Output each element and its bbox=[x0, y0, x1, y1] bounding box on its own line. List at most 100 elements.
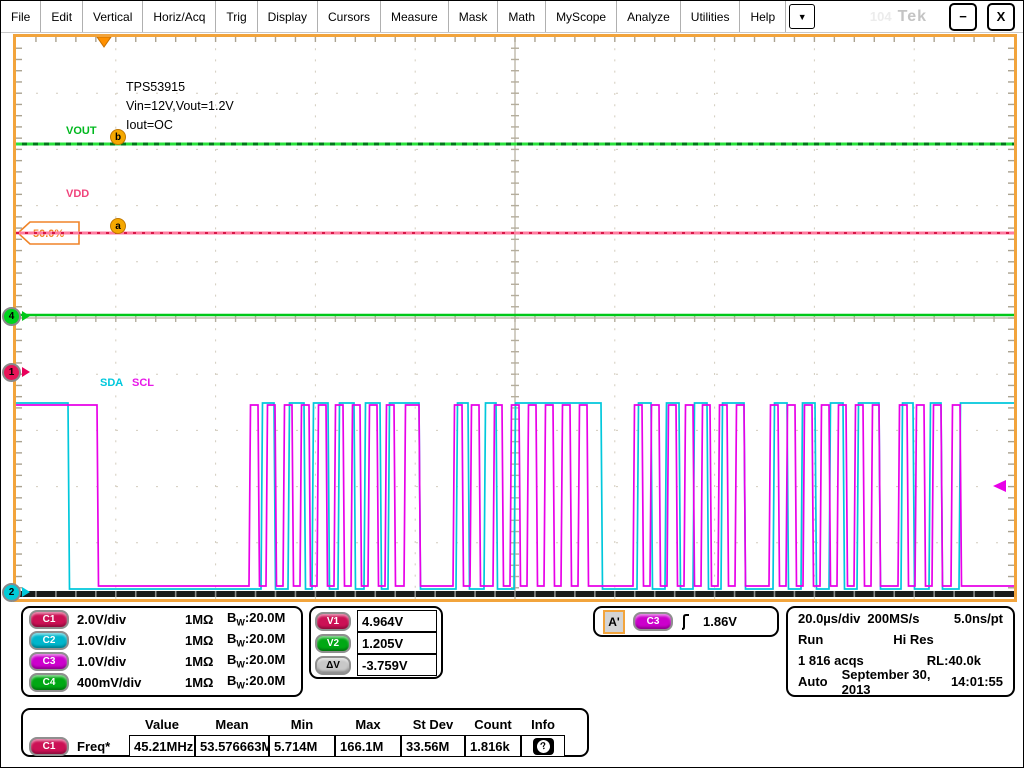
channel4-arrow-icon bbox=[22, 311, 30, 321]
c1-scale: 2.0V/div bbox=[77, 612, 185, 627]
menu-display[interactable]: Display bbox=[258, 1, 318, 32]
sda-label: SDA bbox=[100, 377, 123, 389]
menu-measure[interactable]: Measure bbox=[381, 1, 449, 32]
c4-impedance: 1MΩ bbox=[185, 675, 227, 690]
scl-label: SCL bbox=[132, 377, 154, 389]
mark-b[interactable]: b bbox=[110, 129, 126, 145]
oscilloscope-screen: File Edit Vertical Horiz/Acq Trig Displa… bbox=[0, 0, 1024, 768]
header-mean: Mean bbox=[195, 717, 269, 732]
acq-mode: Hi Res bbox=[893, 632, 933, 647]
c1-impedance: 1MΩ bbox=[185, 612, 227, 627]
channel-row-c3: C3 1.0V/div 1MΩ BW:20.0M bbox=[29, 651, 295, 671]
menu-dropdown-button[interactable]: ▼ bbox=[789, 4, 815, 29]
v2-cursor-button[interactable]: V2 bbox=[315, 634, 351, 653]
v2-value: 1.205V bbox=[357, 632, 437, 654]
menu-utilities[interactable]: Utilities bbox=[681, 1, 741, 32]
header-value: Value bbox=[129, 717, 195, 732]
channel2-arrow-icon bbox=[22, 587, 30, 597]
menu-cursors[interactable]: Cursors bbox=[318, 1, 381, 32]
measurement-source: C1 Freq* bbox=[29, 737, 129, 756]
menu-horiz-acq[interactable]: Horiz/Acq bbox=[143, 1, 216, 32]
c2-scale: 1.0V/div bbox=[77, 633, 185, 648]
close-button[interactable]: X bbox=[987, 3, 1015, 31]
timebase-panel: 20.0µs/div 200MS/s 5.0ns/pt Run Hi Res 1… bbox=[786, 606, 1015, 697]
c3-channel-button[interactable]: C3 bbox=[29, 652, 69, 671]
c3-scale: 1.0V/div bbox=[77, 654, 185, 669]
delta-v-cursor-button[interactable]: ΔV bbox=[315, 656, 351, 675]
c2-impedance: 1MΩ bbox=[185, 633, 227, 648]
tek-logo: Tek bbox=[898, 8, 927, 26]
annotation-text: TPS53915 Vin=12V,Vout=1.2V Iout=OC bbox=[126, 78, 234, 135]
c4-channel-button[interactable]: C4 bbox=[29, 673, 69, 692]
info-icon[interactable]: ? bbox=[533, 738, 554, 755]
c2-channel-button[interactable]: C2 bbox=[29, 631, 69, 650]
measurement-name: Freq* bbox=[77, 739, 110, 754]
timebase-row-4: Auto September 30, 2013 14:01:55 bbox=[798, 671, 1003, 692]
v1-cursor-button[interactable]: V1 bbox=[315, 612, 351, 631]
cursor-v2-row: V2 1.205V bbox=[315, 632, 437, 654]
channel-row-c1: C1 2.0V/div 1MΩ BW:20.0M bbox=[29, 609, 295, 629]
measurement-info-cell: ? bbox=[521, 735, 565, 757]
measurement-min: 5.714M bbox=[269, 735, 335, 757]
menu-edit[interactable]: Edit bbox=[41, 1, 83, 32]
mark-a[interactable]: a bbox=[110, 218, 126, 234]
rising-edge-icon bbox=[681, 613, 695, 631]
menubar-spacer bbox=[815, 1, 870, 32]
trigger-panel: A' C3 1.86V bbox=[593, 606, 779, 637]
cursor-v1-row: V1 4.964V bbox=[315, 610, 437, 632]
acq-state: Run bbox=[798, 632, 823, 647]
header-min: Min bbox=[269, 717, 335, 732]
sample-rate: 200MS/s bbox=[867, 611, 919, 626]
trigger-source-button[interactable]: C3 bbox=[633, 612, 673, 631]
menu-help[interactable]: Help bbox=[740, 1, 786, 32]
c4-scale: 400mV/div bbox=[77, 675, 185, 690]
channel-row-c4: C4 400mV/div 1MΩ BW:20.0M bbox=[29, 672, 295, 692]
c2-bandwidth: BW:20.0M bbox=[227, 631, 285, 649]
menu-mask[interactable]: Mask bbox=[449, 1, 499, 32]
c3-bandwidth: BW:20.0M bbox=[227, 652, 285, 670]
measurement-row-c1-freq: C1 Freq* 45.21MHz 53.576663M 5.714M 166.… bbox=[29, 735, 581, 757]
annotation-line-3: Iout=OC bbox=[126, 116, 234, 135]
c1-measurement-button[interactable]: C1 bbox=[29, 737, 69, 756]
measurement-header-row: Value Mean Min Max St Dev Count Info bbox=[29, 713, 581, 735]
minimize-button[interactable]: − bbox=[949, 3, 977, 31]
v1-value: 4.964V bbox=[357, 610, 437, 632]
cursor-delta-row: ΔV -3.759V bbox=[315, 654, 437, 676]
measurement-table: Value Mean Min Max St Dev Count Info C1 … bbox=[21, 708, 589, 757]
header-stdev: St Dev bbox=[401, 717, 465, 732]
timebase-row-2: Run Hi Res bbox=[798, 629, 1003, 650]
timebase-row-1: 20.0µs/div 200MS/s 5.0ns/pt bbox=[798, 608, 1003, 629]
trigger-aux-badge[interactable]: A' bbox=[603, 610, 625, 634]
channel4-marker[interactable]: 4 bbox=[2, 307, 21, 326]
trigger-mode: Auto bbox=[798, 674, 828, 689]
channel1-marker[interactable]: 1 bbox=[2, 363, 21, 382]
menu-analyze[interactable]: Analyze bbox=[617, 1, 681, 32]
header-count: Count bbox=[465, 717, 521, 732]
channel2-marker[interactable]: 2 bbox=[2, 583, 21, 602]
c1-channel-button[interactable]: C1 bbox=[29, 610, 69, 629]
menu-myscope[interactable]: MyScope bbox=[546, 1, 617, 32]
time-label: 14:01:55 bbox=[951, 674, 1003, 689]
c4-bandwidth: BW:20.0M bbox=[227, 673, 285, 691]
menu-vertical[interactable]: Vertical bbox=[83, 1, 143, 32]
waveform-display[interactable]: 50.0% TPS53915 Vin=12V,Vout=1.2V Iout=OC… bbox=[13, 34, 1017, 602]
annotation-line-1: TPS53915 bbox=[126, 78, 234, 97]
measurement-mean: 53.576663M bbox=[195, 735, 269, 757]
menu-file[interactable]: File bbox=[1, 1, 41, 32]
channel-settings-panel: C1 2.0V/div 1MΩ BW:20.0M C2 1.0V/div 1MΩ… bbox=[21, 606, 303, 697]
timebase-scale: 20.0µs/div bbox=[798, 611, 860, 626]
trigger-level-arrow-icon[interactable] bbox=[993, 480, 1006, 492]
cursor-readout-panel: V1 4.964V V2 1.205V ΔV -3.759V bbox=[309, 606, 443, 679]
measurement-count: 1.816k bbox=[465, 735, 521, 757]
measurement-value: 45.21MHz bbox=[129, 735, 195, 757]
channel-row-c2: C2 1.0V/div 1MΩ BW:20.0M bbox=[29, 630, 295, 650]
c1-bandwidth: BW:20.0M bbox=[227, 610, 285, 628]
trigger-level-value: 1.86V bbox=[703, 614, 737, 629]
measurement-max: 166.1M bbox=[335, 735, 401, 757]
menu-math[interactable]: Math bbox=[498, 1, 546, 32]
annotation-line-2: Vin=12V,Vout=1.2V bbox=[126, 97, 234, 116]
vdd-label: VDD bbox=[66, 188, 89, 200]
menu-trig[interactable]: Trig bbox=[216, 1, 257, 32]
header-max: Max bbox=[335, 717, 401, 732]
delta-v-value: -3.759V bbox=[357, 654, 437, 676]
